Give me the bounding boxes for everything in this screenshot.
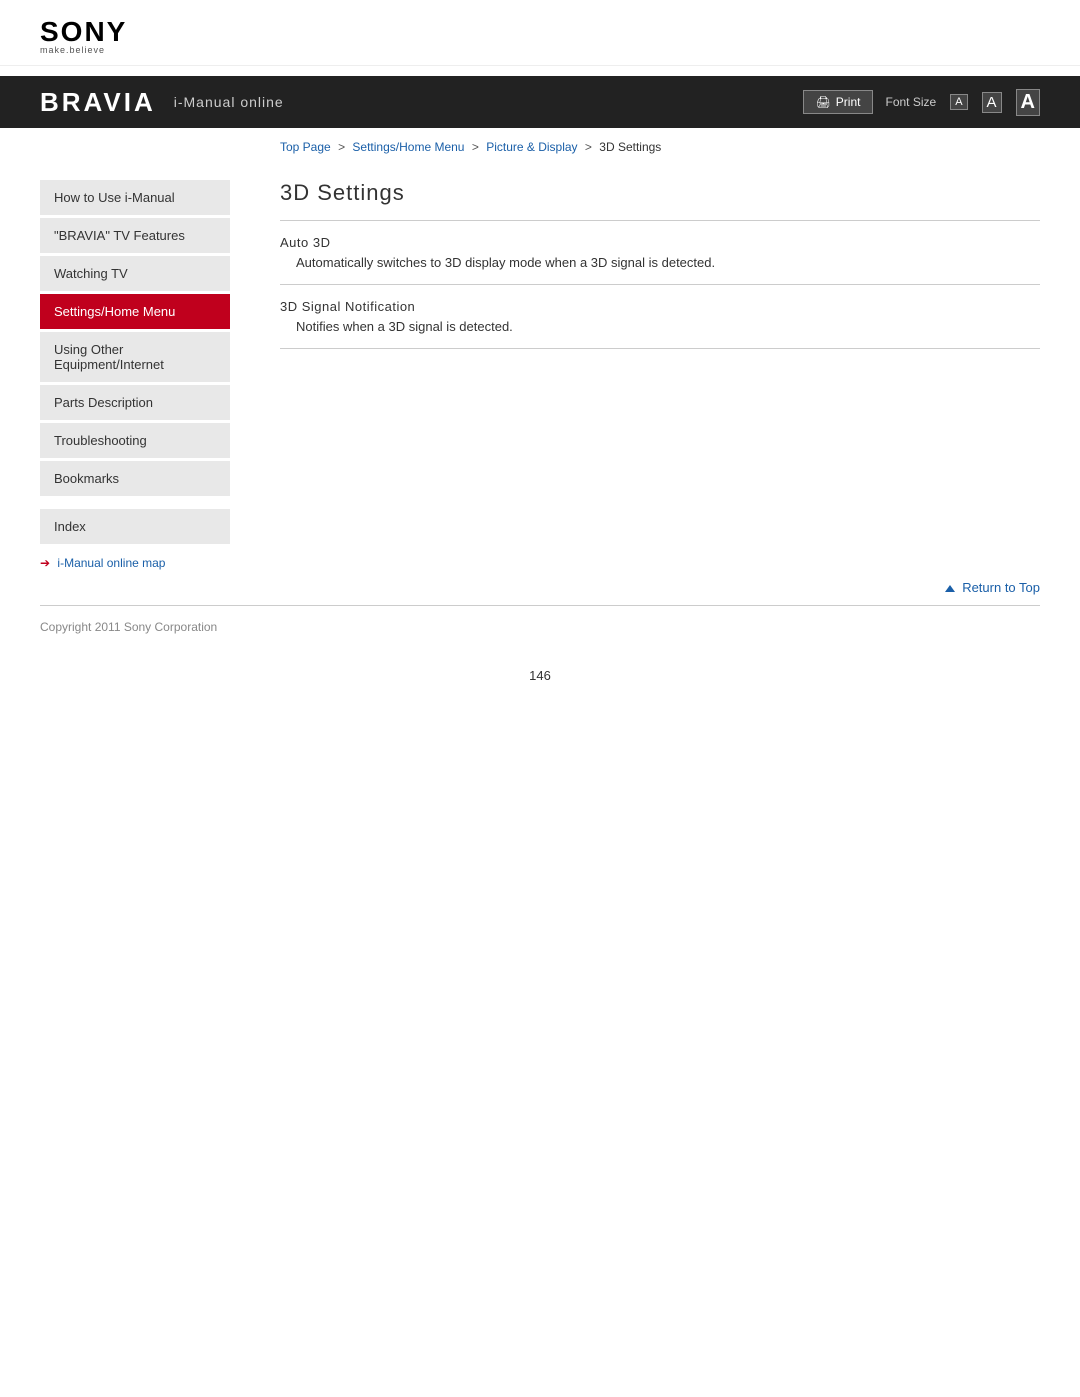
sidebar-item-parts-description[interactable]: Parts Description [40, 385, 230, 420]
breadcrumb: Top Page > Settings/Home Menu > Picture … [0, 128, 1080, 160]
sony-tagline: make.believe [40, 46, 1040, 55]
return-to-top-area: Return to Top [0, 570, 1080, 605]
bravia-bar-left: BRAVIA i-Manual online [40, 87, 284, 118]
bravia-header-bar: BRAVIA i-Manual online 🖨 Print Font Size… [0, 76, 1080, 128]
section-auto-3d-desc: Automatically switches to 3D display mod… [296, 255, 1040, 270]
footer: Copyright 2011 Sony Corporation [0, 606, 1080, 648]
imanual-map-link[interactable]: ➔ i-Manual online map [40, 556, 230, 570]
sony-logo: SONY make.believe [40, 18, 1040, 55]
breadcrumb-picture-display[interactable]: Picture & Display [486, 140, 577, 154]
sidebar-item-how-to-use[interactable]: How to Use i-Manual [40, 180, 230, 215]
section-auto-3d-title: Auto 3D [280, 235, 1040, 250]
breadcrumb-sep-2: > [472, 140, 479, 154]
breadcrumb-sep-3: > [585, 140, 592, 154]
sidebar-item-bookmarks[interactable]: Bookmarks [40, 461, 230, 496]
return-to-top-label: Return to Top [962, 580, 1040, 595]
print-button[interactable]: 🖨 Print [803, 90, 874, 114]
copyright-text: Copyright 2011 Sony Corporation [40, 620, 217, 634]
font-size-large-button[interactable]: A [1016, 89, 1040, 116]
sidebar-item-index[interactable]: Index [40, 509, 230, 544]
breadcrumb-sep-1: > [338, 140, 345, 154]
return-to-top-link[interactable]: Return to Top [945, 580, 1040, 595]
main-container: How to Use i-Manual "BRAVIA" TV Features… [0, 160, 1080, 570]
sidebar: How to Use i-Manual "BRAVIA" TV Features… [40, 160, 250, 570]
content-area: 3D Settings Auto 3D Automatically switch… [250, 160, 1040, 570]
sidebar-item-troubleshooting[interactable]: Troubleshooting [40, 423, 230, 458]
bravia-bar-right: 🖨 Print Font Size A A A [803, 89, 1040, 116]
page-number: 146 [0, 648, 1080, 703]
sidebar-item-settings-home-menu[interactable]: Settings/Home Menu [40, 294, 230, 329]
section-auto-3d: Auto 3D Automatically switches to 3D dis… [280, 235, 1040, 270]
page-title: 3D Settings [280, 180, 1040, 206]
bravia-title: BRAVIA [40, 87, 156, 118]
section-3d-signal: 3D Signal Notification Notifies when a 3… [280, 299, 1040, 334]
print-label: Print [836, 95, 861, 109]
sony-brand: SONY [40, 18, 1040, 46]
arrow-right-icon: ➔ [40, 556, 50, 570]
breadcrumb-current: 3D Settings [599, 140, 661, 154]
content-divider-bot [280, 348, 1040, 349]
breadcrumb-settings-home-menu[interactable]: Settings/Home Menu [352, 140, 464, 154]
content-divider-mid [280, 284, 1040, 285]
bravia-subtitle: i-Manual online [174, 94, 284, 110]
font-size-label: Font Size [885, 95, 936, 109]
section-3d-signal-title: 3D Signal Notification [280, 299, 1040, 314]
sidebar-item-watching-tv[interactable]: Watching TV [40, 256, 230, 291]
sidebar-item-using-other-equipment[interactable]: Using Other Equipment/Internet [40, 332, 230, 382]
breadcrumb-top-page[interactable]: Top Page [280, 140, 331, 154]
section-3d-signal-desc: Notifies when a 3D signal is detected. [296, 319, 1040, 334]
sidebar-item-bravia-features[interactable]: "BRAVIA" TV Features [40, 218, 230, 253]
print-icon: 🖨 [816, 95, 831, 109]
font-size-small-button[interactable]: A [950, 94, 967, 110]
imanual-map-label: i-Manual online map [57, 556, 165, 570]
content-divider-top [280, 220, 1040, 221]
sidebar-divider [40, 499, 230, 509]
font-size-medium-button[interactable]: A [982, 92, 1002, 113]
triangle-up-icon [945, 585, 955, 592]
logo-area: SONY make.believe [0, 0, 1080, 66]
